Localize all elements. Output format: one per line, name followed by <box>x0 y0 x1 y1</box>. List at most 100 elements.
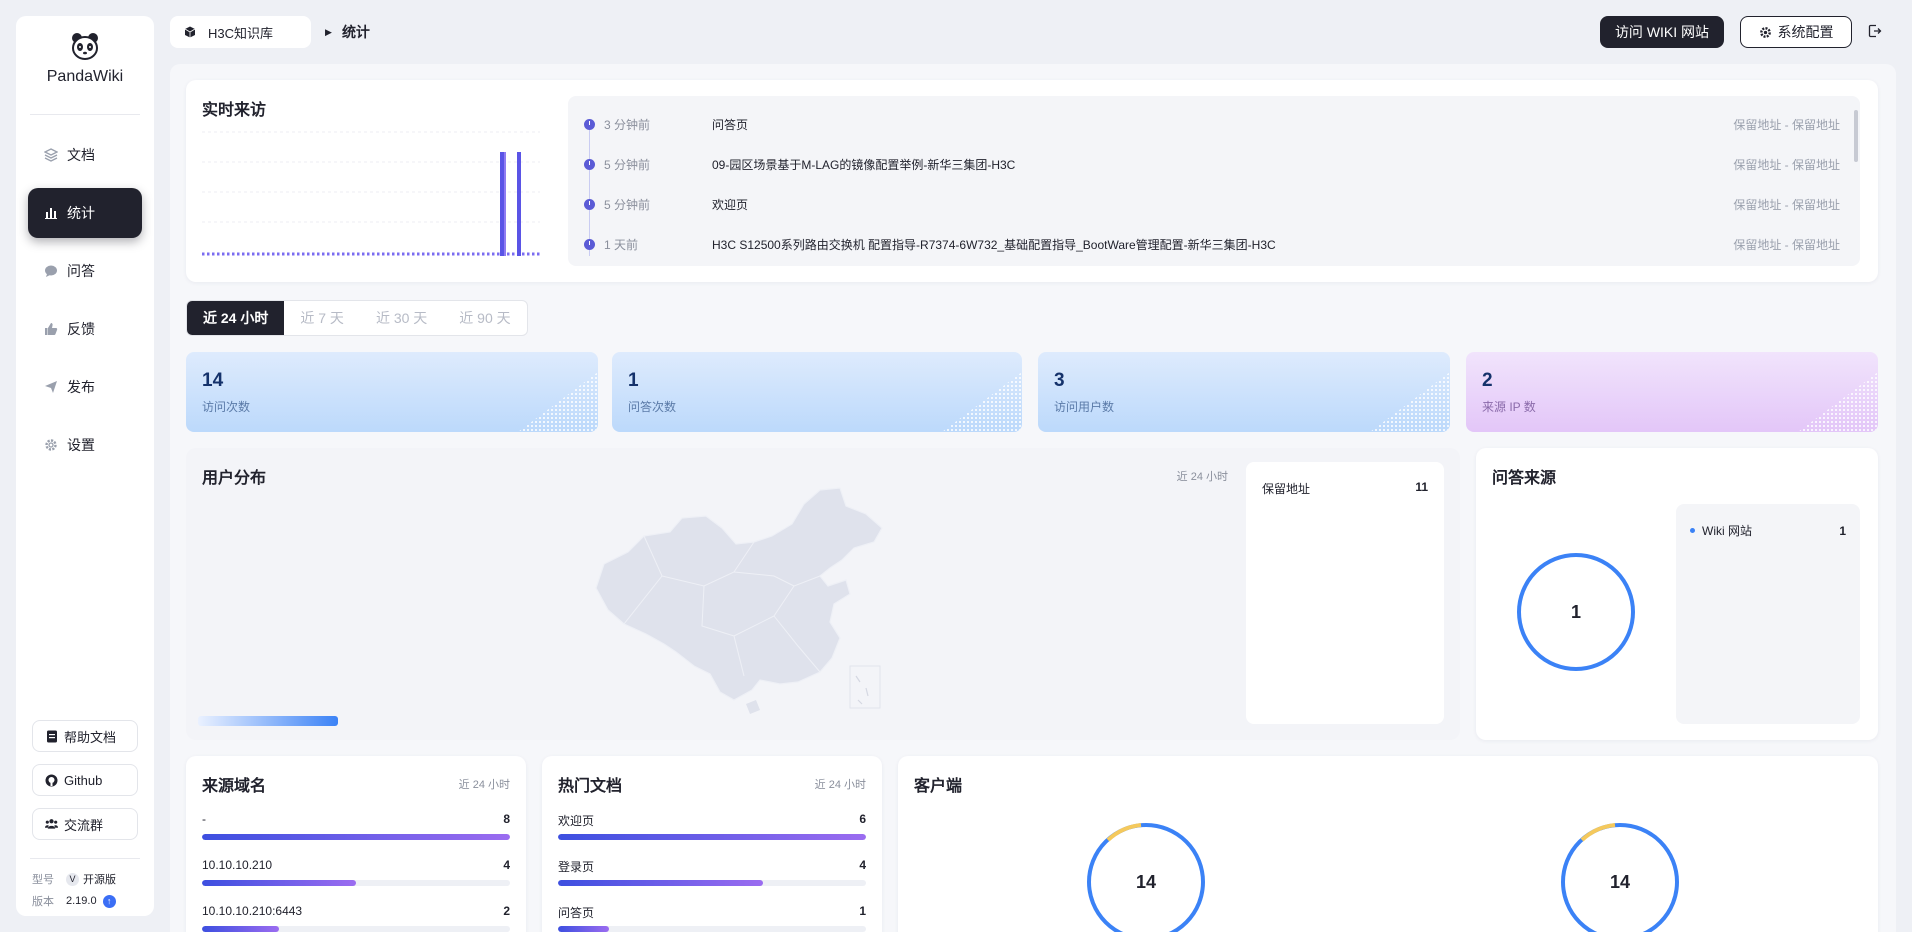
tab-24h[interactable]: 近 24 小时 <box>187 301 285 335</box>
progress-bar <box>558 880 764 886</box>
visit-page: H3C S12500系列路由交换机 配置指导-R7374-6W732_基础配置指… <box>712 237 1276 252</box>
cube-icon <box>184 26 196 38</box>
visit-location: 保留地址 - 保留地址 <box>1733 157 1840 172</box>
sidebar-item-settings[interactable]: 设置 <box>28 420 142 470</box>
list-item[interactable]: 5 分钟前 09-园区场景基于M-LAG的镜像配置举例-新华三集团-H3C 保留… <box>568 144 1860 184</box>
breadcrumb-current: 统计 <box>341 24 370 40</box>
list-item[interactable]: 登录页 4 <box>558 858 866 886</box>
tab-30d[interactable]: 近 30 天 <box>360 301 443 335</box>
sidebar-links: 帮助文档 Github 交流群 <box>32 720 138 852</box>
sidebar-item-publish[interactable]: 发布 <box>28 362 142 412</box>
sidebar-item-docs[interactable]: 文档 <box>28 130 142 180</box>
bar-chart-icon <box>44 206 58 220</box>
logo[interactable]: PandaWiki <box>16 30 154 86</box>
sidebar-nav: 文档 统计 问答 反馈 发布 设置 <box>28 130 142 478</box>
hot-docs-card: 热门文档 近 24 小时 欢迎页 6 登录页 4 问答页 1 <box>542 756 882 932</box>
visit-wiki-button[interactable]: 访问 WIKI 网站 <box>1600 16 1724 48</box>
domain-name: 10.10.10.210 <box>202 858 273 872</box>
sidebar-item-qa[interactable]: 问答 <box>28 246 142 296</box>
domains-range: 近 24 小时 <box>458 779 510 791</box>
stat-card-questions: 1 问答次数 <box>612 352 1022 432</box>
model-key: 型号 <box>32 874 54 886</box>
client-donut[interactable]: 14 <box>1560 822 1680 932</box>
community-button[interactable]: 交流群 <box>32 808 138 840</box>
time-range-tabs: 近 24 小时 近 7 天 近 30 天 近 90 天 <box>186 300 528 336</box>
gear-icon <box>44 438 58 452</box>
list-item[interactable]: 保留地址 11 <box>1262 480 1428 497</box>
clock-icon <box>584 238 595 250</box>
domain-count: 4 <box>503 858 510 872</box>
legend-name: Wiki 网站 <box>1702 524 1752 538</box>
upgrade-icon[interactable]: ↑ <box>102 894 116 908</box>
help-docs-button[interactable]: 帮助文档 <box>32 720 138 752</box>
users-range: 近 24 小时 <box>1176 471 1228 483</box>
tab-90d[interactable]: 近 90 天 <box>443 301 526 335</box>
client-total: 14 <box>1610 872 1630 892</box>
domains-title: 来源域名 <box>202 778 267 795</box>
system-config-button[interactable]: 系统配置 <box>1740 16 1852 48</box>
legend-value: 1 <box>1839 523 1846 538</box>
qa-source-card: 问答来源 1 Wiki 网站 1 <box>1476 448 1878 740</box>
sidebar-item-label: 统计 <box>67 205 95 221</box>
china-map[interactable] <box>584 476 904 716</box>
clock-icon <box>584 118 595 130</box>
doc-name: 问答页 <box>558 906 595 920</box>
visit-time: 5 分钟前 <box>604 197 651 212</box>
github-button[interactable]: Github <box>32 764 138 796</box>
visit-time: 1 天前 <box>604 237 639 252</box>
clients-title: 客户端 <box>914 778 963 795</box>
list-item[interactable]: Wiki 网站 1 <box>1690 522 1846 539</box>
visit-page: 欢迎页 <box>712 197 749 212</box>
list-item[interactable]: 5 分钟前 欢迎页 保留地址 - 保留地址 <box>568 184 1860 224</box>
version-value: 2.19.0 <box>66 895 97 907</box>
chat-bubble-icon <box>44 264 58 278</box>
list-item[interactable]: -8 <box>202 812 510 840</box>
gear-icon <box>1759 26 1772 39</box>
edition-badge-icon: V <box>66 872 79 886</box>
list-item[interactable]: 10.10.10.210:6443 2 <box>202 904 510 932</box>
decor-pattern <box>1798 372 1878 432</box>
sidebar-item-label: 文档 <box>67 147 95 163</box>
stat-card-visits: 14 访问次数 <box>186 352 598 432</box>
source-domains-card: 来源域名 近 24 小时 -8 10.10.10.210 4 10.10.10.2… <box>186 756 526 932</box>
logout-icon[interactable] <box>1866 22 1884 40</box>
visit-location: 保留地址 - 保留地址 <box>1733 237 1840 252</box>
list-item[interactable]: 3 分钟前 问答页 保留地址 - 保留地址 <box>568 104 1860 144</box>
client-donut[interactable]: 14 <box>1086 822 1206 932</box>
progress-bar <box>202 926 279 932</box>
sidebar-item-stats[interactable]: 统计 <box>28 188 142 238</box>
qa-source-donut[interactable]: 1 <box>1516 552 1636 672</box>
breadcrumb-arrow-icon: ▶ <box>325 26 332 37</box>
doc-name: 欢迎页 <box>558 814 595 828</box>
panda-logo-icon <box>72 33 98 60</box>
decor-pattern <box>942 372 1022 432</box>
client-total: 14 <box>1136 872 1156 892</box>
visit-time: 3 分钟前 <box>604 117 651 132</box>
hot-docs-range: 近 24 小时 <box>814 779 866 791</box>
doc-icon <box>45 730 58 743</box>
help-docs-label: 帮助文档 <box>64 729 117 745</box>
decor-pattern <box>1370 372 1450 432</box>
list-item[interactable]: 10.10.10.210 4 <box>202 858 510 886</box>
stat-value: 3 <box>1054 370 1065 391</box>
list-item[interactable]: 问答页 1 <box>558 904 866 932</box>
list-item[interactable]: 欢迎页 6 <box>558 812 866 840</box>
scrollbar[interactable] <box>1854 110 1858 162</box>
model-value: 开源版 <box>83 874 116 886</box>
realtime-visits-card: 实时来访 3 分钟前 问答页 保留地址 - 保留地址 5 分钟前 09-园区场景… <box>186 80 1878 282</box>
sidebar-item-feedback[interactable]: 反馈 <box>28 304 142 354</box>
breadcrumb: H3C知识库 ▶ 统计 <box>170 16 370 48</box>
visit-page: 问答页 <box>712 117 749 132</box>
kb-selector[interactable]: H3C知识库 <box>170 16 312 48</box>
layers-icon <box>44 148 58 162</box>
github-label: Github <box>64 772 103 788</box>
tab-7d[interactable]: 近 7 天 <box>284 301 360 335</box>
stat-card-ips: 2 来源 IP 数 <box>1466 352 1878 432</box>
qa-source-legend: Wiki 网站 1 <box>1676 504 1860 724</box>
clock-icon <box>584 198 595 210</box>
domain-name: - <box>202 812 206 826</box>
domain-name: 10.10.10.210:6443 <box>202 904 303 918</box>
user-distribution-card: 用户分布 近 24 小时 保留地址 11 <box>186 448 1460 740</box>
realtime-title: 实时来访 <box>202 102 267 119</box>
list-item[interactable]: 1 天前 H3C S12500系列路由交换机 配置指导-R7374-6W732_… <box>568 224 1860 264</box>
